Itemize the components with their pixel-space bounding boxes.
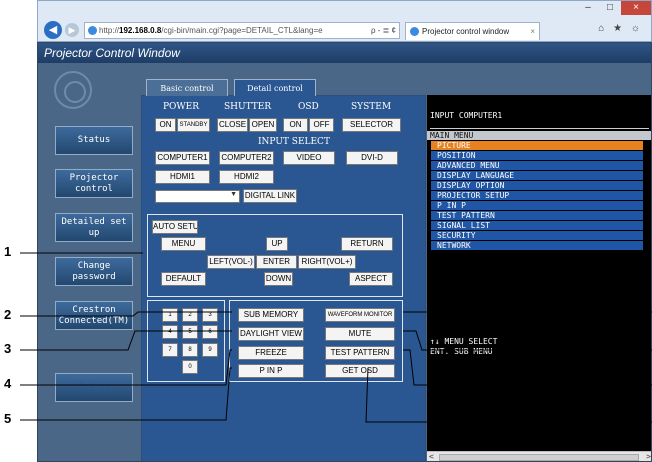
- callout-1: 1: [4, 244, 12, 259]
- callout-line-5: [20, 367, 232, 421]
- callout-3: 3: [4, 341, 12, 356]
- callout-line-9: [365, 367, 652, 423]
- callout-line-3: [20, 330, 232, 351]
- callout-line-8: [403, 349, 652, 386]
- callout-4: 4: [4, 376, 12, 391]
- callout-line-7: [403, 330, 652, 351]
- callout-line-4: [20, 349, 232, 386]
- callout-line-2: [20, 311, 232, 317]
- callout-5: 5: [4, 411, 12, 426]
- callout-lines: [20, 252, 652, 423]
- callout-2: 2: [4, 307, 12, 322]
